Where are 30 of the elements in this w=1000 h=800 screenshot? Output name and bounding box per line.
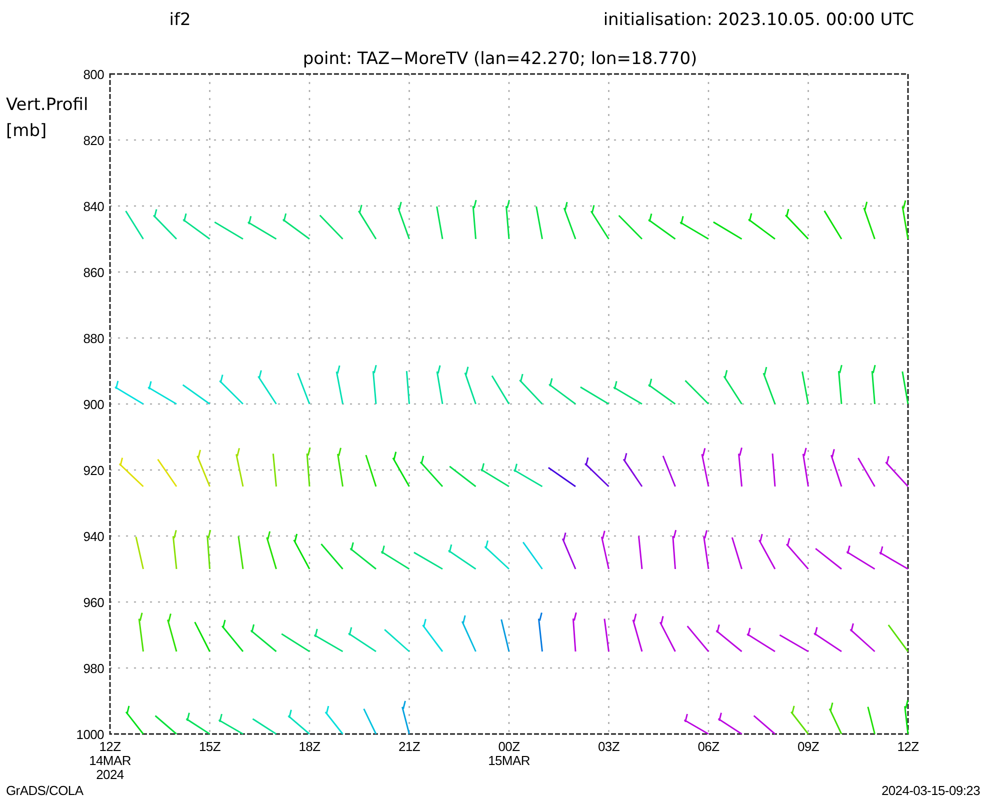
software-credit: GrADS/COLA xyxy=(6,783,84,798)
plot-title: if2 xyxy=(169,10,191,30)
y-tick-label: 900 xyxy=(83,397,104,412)
axis-label: [mb] xyxy=(6,121,47,141)
y-tick-label: 840 xyxy=(83,199,104,214)
x-tick-label: 15Z xyxy=(199,739,220,754)
x-tick-label: 21Z xyxy=(398,739,420,754)
x-tick-label: 03Z xyxy=(598,739,620,754)
y-tick-label: 940 xyxy=(83,529,104,544)
x-tick-label: 00Z xyxy=(498,739,520,754)
y-tick-label: 800 xyxy=(83,67,104,82)
x-tick-label: 12Z xyxy=(99,739,121,754)
initialisation-time: initialisation: 2023.10.05. 00:00 UTC xyxy=(603,10,914,30)
x-tick-label: 06Z xyxy=(698,739,720,754)
date-label: 15MAR xyxy=(488,753,530,768)
timestamp: 2024-03-15-09:23 xyxy=(881,783,980,798)
plot-subtitle: point: TAZ−MoreTV (lan=42.270; lon=18.770) xyxy=(302,49,698,69)
x-tick-label: 12Z xyxy=(897,739,919,754)
date-label: 14MAR xyxy=(89,753,131,768)
y-tick-label: 980 xyxy=(83,661,104,676)
x-tick-label: 18Z xyxy=(298,739,320,754)
x-tick-label: 09Z xyxy=(798,739,819,754)
y-tick-label: 820 xyxy=(83,133,104,148)
y-tick-label: 880 xyxy=(83,331,104,346)
axis-label: Vert.Profil xyxy=(6,95,88,115)
y-tick-label: 860 xyxy=(83,265,104,280)
date-label: 2024 xyxy=(96,767,124,782)
y-tick-label: 960 xyxy=(83,595,104,610)
y-tick-label: 920 xyxy=(83,463,104,478)
y-tick-label: 1000 xyxy=(76,727,104,742)
